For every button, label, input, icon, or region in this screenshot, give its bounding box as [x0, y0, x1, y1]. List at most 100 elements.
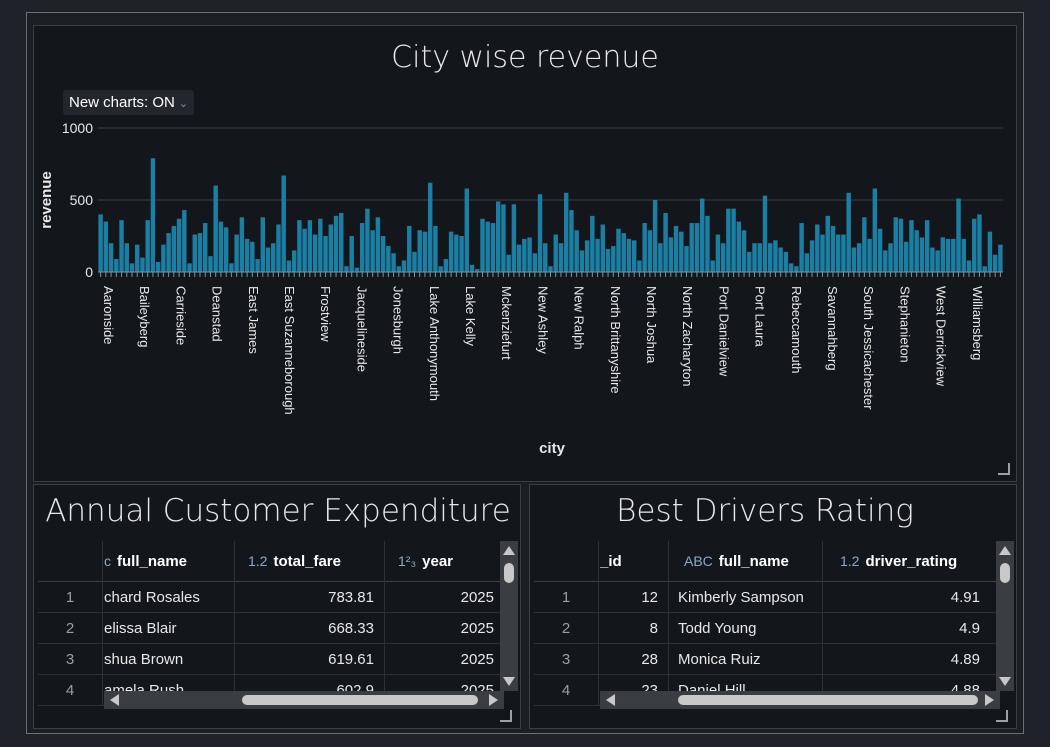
bar — [297, 220, 302, 272]
column-divider — [234, 541, 235, 706]
horizontal-scrollbar[interactable] — [104, 691, 504, 709]
x-axis-title: city — [539, 440, 566, 457]
bar — [454, 234, 459, 272]
resize-handle[interactable] — [996, 710, 1008, 722]
table-row[interactable]: 3 shua Brown 619.61 2025 — [38, 644, 504, 675]
table-row[interactable]: 1 chard Rosales 783.81 2025 — [38, 582, 504, 613]
bar — [469, 264, 475, 272]
scroll-thumb[interactable] — [504, 563, 514, 583]
bar — [569, 210, 574, 272]
bar — [992, 254, 998, 272]
column-driver-rating[interactable]: 1.2 driver_rating — [832, 541, 1000, 581]
scroll-left-arrow-icon[interactable] — [110, 694, 119, 706]
bar — [370, 230, 375, 272]
bar — [485, 221, 490, 272]
customer-expenditure-panel: Annual Customer Expenditure c full_name … — [33, 484, 521, 729]
x-tick-label: North Brittanyshire — [608, 286, 623, 394]
bar — [977, 214, 982, 272]
bar — [522, 238, 527, 272]
cell-total-fare: 783.81 — [328, 588, 374, 606]
column-divider — [598, 541, 599, 706]
horizontal-scrollbar[interactable] — [600, 691, 1000, 709]
column-full-name[interactable]: c full_name — [104, 541, 234, 581]
row-index: 4 — [561, 681, 571, 699]
integer-type-icon: 1²₃ — [398, 553, 417, 569]
bar — [422, 231, 428, 272]
bar — [888, 243, 893, 272]
cell-total-fare: 619.61 — [328, 650, 374, 668]
bar — [407, 225, 412, 272]
scroll-left-arrow-icon[interactable] — [606, 694, 615, 706]
scroll-thumb[interactable] — [242, 695, 478, 705]
table-row[interactable]: 1 12 Kimberly Sampson 4.91 — [534, 582, 1000, 613]
resize-handle[interactable] — [998, 463, 1010, 475]
cell-driver-rating: 4.89 — [950, 650, 980, 668]
bar — [841, 234, 846, 272]
scroll-up-arrow-icon[interactable] — [999, 546, 1011, 555]
bar — [684, 246, 689, 272]
bar — [590, 215, 595, 272]
bar — [417, 230, 422, 272]
bar — [961, 238, 966, 272]
cell-id: 8 — [649, 619, 658, 637]
scroll-up-arrow-icon[interactable] — [503, 546, 515, 555]
bar — [328, 224, 334, 272]
scroll-right-arrow-icon[interactable] — [985, 694, 994, 706]
cell-full-name: shua Brown — [104, 650, 184, 668]
bar — [883, 250, 888, 272]
bar — [642, 223, 647, 272]
column-year[interactable]: 1²₃ year — [394, 541, 504, 581]
bar — [114, 259, 119, 272]
bar — [736, 221, 742, 272]
bar — [945, 238, 951, 272]
cell-year: 2025 — [460, 619, 494, 637]
scroll-thumb[interactable] — [1000, 563, 1010, 583]
bar — [741, 230, 747, 272]
bar — [176, 218, 182, 272]
bar — [930, 247, 935, 272]
bar — [307, 220, 313, 272]
resize-handle[interactable] — [500, 710, 512, 722]
bar — [668, 237, 674, 272]
bar — [705, 215, 710, 272]
bar — [616, 228, 621, 272]
vertical-scrollbar[interactable] — [996, 541, 1014, 691]
bar — [563, 192, 569, 272]
scroll-down-arrow-icon[interactable] — [503, 677, 515, 686]
bar — [862, 217, 867, 272]
x-tick-label: Port Danielview — [716, 286, 731, 377]
city-revenue-panel: City wise revenue New charts: ON ⌄ 0 500 10… — [33, 25, 1017, 482]
scroll-thumb[interactable] — [678, 695, 978, 705]
bar — [208, 256, 213, 272]
bar — [480, 218, 485, 272]
table-row[interactable]: 3 28 Monica Ruiz 4.89 — [534, 644, 1000, 675]
row-index: 1 — [561, 588, 571, 606]
text-type-icon: c — [104, 553, 111, 569]
bar — [757, 243, 762, 272]
vertical-scrollbar[interactable] — [500, 541, 518, 691]
bar — [391, 253, 396, 272]
bar — [778, 247, 783, 272]
bar — [192, 234, 197, 272]
x-tick-label: Port Laura — [753, 286, 768, 347]
column-total-fare[interactable]: 1.2 total_fare — [244, 541, 384, 581]
bar — [412, 251, 417, 272]
bar — [752, 243, 757, 272]
bar — [788, 263, 794, 272]
bar — [825, 215, 830, 272]
column-id[interactable]: _id — [600, 541, 670, 581]
column-full-name[interactable]: ABC full_name — [678, 541, 828, 581]
revenue-bar-chart: 0 500 1000 Aaronside Baileyberg Carrieside Dea… — [38, 120, 1003, 457]
bar — [605, 248, 611, 272]
cell-full-name: chard Rosales — [104, 588, 200, 606]
bar — [291, 250, 297, 272]
bar — [187, 263, 192, 272]
table-row[interactable]: 2 elissa Blair 668.33 2025 — [38, 613, 504, 644]
bar — [773, 240, 778, 272]
bar — [344, 266, 349, 272]
scroll-right-arrow-icon[interactable] — [489, 694, 498, 706]
bar — [767, 243, 773, 272]
table-row[interactable]: 2 8 Todd Young 4.9 — [534, 613, 1000, 644]
bar — [626, 238, 632, 272]
scroll-down-arrow-icon[interactable] — [999, 677, 1011, 686]
